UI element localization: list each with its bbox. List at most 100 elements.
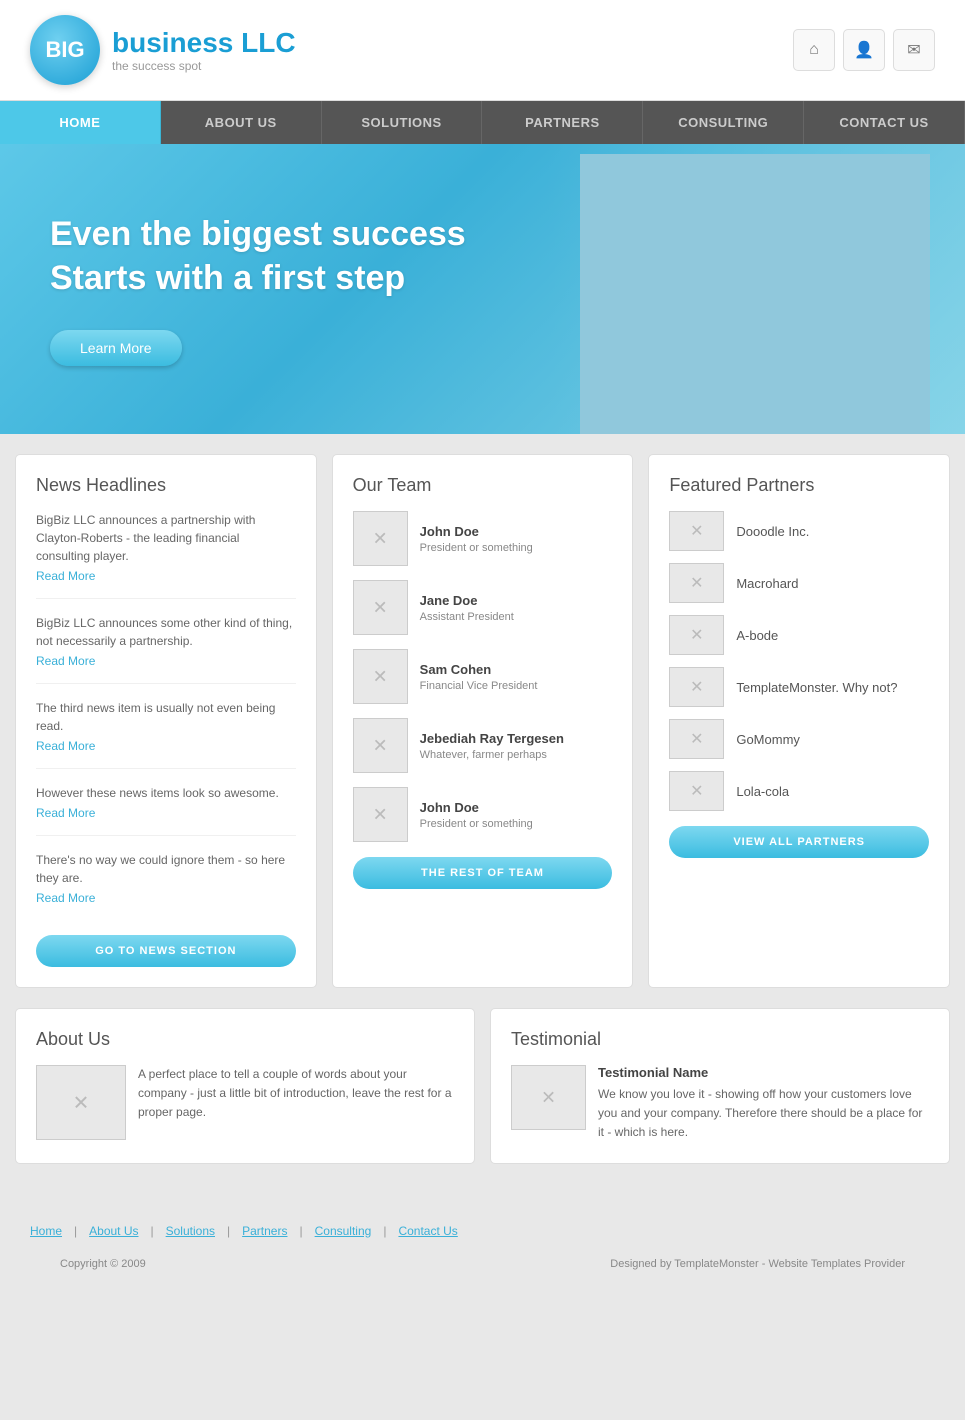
bottom-sections: About Us A perfect place to tell a coupl… — [15, 1008, 950, 1164]
team-title: Our Team — [353, 475, 613, 496]
partner-logo-5 — [669, 719, 724, 759]
hero-image — [545, 144, 965, 434]
partner-name-6: Lola-cola — [736, 784, 789, 799]
team-info-2: Jane Doe Assistant President — [420, 593, 514, 623]
nav-item-home[interactable]: HOME — [0, 101, 161, 144]
mail-icon-btn[interactable]: ✉ — [893, 29, 935, 71]
nav-item-solutions[interactable]: SOLUTIONS — [322, 101, 483, 144]
all-partners-button[interactable]: VIEW ALL PARTNERS — [669, 826, 929, 858]
nav: HOME ABOUT US SOLUTIONS PARTNERS CONSULT… — [0, 101, 965, 144]
news-card: News Headlines BigBiz LLC announces a pa… — [15, 454, 317, 988]
footer-sep-1: | — [74, 1224, 77, 1238]
team-photo-2 — [353, 580, 408, 635]
news-text-3: The third news item is usually not even … — [36, 699, 296, 735]
footer-sep-5: | — [383, 1224, 386, 1238]
footer-nav: Home | About Us | Solutions | Partners |… — [0, 1204, 965, 1290]
team-info-1: John Doe President or something — [420, 524, 533, 554]
footer-sep-2: | — [151, 1224, 154, 1238]
testimonial-card: Testimonial Testimonial Name We know you… — [490, 1008, 950, 1164]
read-more-5[interactable]: Read More — [36, 891, 296, 905]
logo-company: business LLC — [112, 27, 296, 59]
footer-link-contact[interactable]: Contact Us — [398, 1224, 457, 1238]
footer-links: Home | About Us | Solutions | Partners |… — [30, 1224, 935, 1238]
header: BIG business LLC the success spot ⌂ 👤 ✉ — [0, 0, 965, 101]
news-item-4: However these news items look so awesome… — [36, 784, 296, 836]
partners-title: Featured Partners — [669, 475, 929, 496]
read-more-1[interactable]: Read More — [36, 569, 296, 583]
partner-3: A-bode — [669, 615, 929, 655]
about-content: A perfect place to tell a couple of word… — [36, 1065, 454, 1140]
read-more-3[interactable]: Read More — [36, 739, 296, 753]
news-text-5: There's no way we could ignore them - so… — [36, 851, 296, 887]
logo-big-text: BIG — [45, 37, 84, 63]
testimonial-content: Testimonial Name We know you love it - s… — [511, 1065, 929, 1143]
nav-item-consulting[interactable]: CONSULTING — [643, 101, 804, 144]
team-photo-4 — [353, 718, 408, 773]
footer-link-solutions[interactable]: Solutions — [166, 1224, 215, 1238]
team-member-4: Jebediah Ray Tergesen Whatever, farmer p… — [353, 718, 613, 773]
team-info-5: John Doe President or something — [420, 800, 533, 830]
partner-logo-3 — [669, 615, 724, 655]
logo-text: business LLC the success spot — [112, 27, 296, 73]
hero-text: Even the biggest success Starts with a f… — [0, 172, 516, 406]
about-photo — [36, 1065, 126, 1140]
testimonial-name: Testimonial Name — [598, 1065, 929, 1080]
team-title-5: President or something — [420, 818, 533, 830]
partner-name-1: Dooodle Inc. — [736, 524, 809, 539]
partner-name-4: TemplateMonster. Why not? — [736, 680, 897, 695]
team-photo-1 — [353, 511, 408, 566]
team-name-5: John Doe — [420, 800, 533, 815]
team-title-1: President or something — [420, 542, 533, 554]
news-item-5: There's no way we could ignore them - so… — [36, 851, 296, 920]
partner-logo-4 — [669, 667, 724, 707]
nav-item-about[interactable]: ABOUT US — [161, 101, 322, 144]
columns-section: News Headlines BigBiz LLC announces a pa… — [15, 454, 950, 988]
learn-more-button[interactable]: Learn More — [50, 330, 182, 366]
team-rest-button[interactable]: THE REST OF TEAM — [353, 857, 613, 889]
footer-link-partners[interactable]: Partners — [242, 1224, 287, 1238]
partner-6: Lola-cola — [669, 771, 929, 811]
read-more-2[interactable]: Read More — [36, 654, 296, 668]
news-item-3: The third news item is usually not even … — [36, 699, 296, 769]
partners-card: Featured Partners Dooodle Inc. Macrohard… — [648, 454, 950, 988]
partner-2: Macrohard — [669, 563, 929, 603]
footer-link-consulting[interactable]: Consulting — [315, 1224, 372, 1238]
team-member-5: John Doe President or something — [353, 787, 613, 842]
partner-name-5: GoMommy — [736, 732, 800, 747]
footer-sep-3: | — [227, 1224, 230, 1238]
about-text: A perfect place to tell a couple of word… — [138, 1065, 454, 1140]
news-item-1: BigBiz LLC announces a partnership with … — [36, 511, 296, 599]
read-more-4[interactable]: Read More — [36, 806, 296, 820]
hero-person-image — [580, 154, 930, 434]
team-name-2: Jane Doe — [420, 593, 514, 608]
footer-link-about[interactable]: About Us — [89, 1224, 138, 1238]
team-info-4: Jebediah Ray Tergesen Whatever, farmer p… — [420, 731, 564, 761]
team-photo-5 — [353, 787, 408, 842]
nav-item-partners[interactable]: PARTNERS — [482, 101, 643, 144]
team-info-3: Sam Cohen Financial Vice President — [420, 662, 538, 692]
nav-item-contact[interactable]: CONTACT US — [804, 101, 965, 144]
news-text-4: However these news items look so awesome… — [36, 784, 296, 802]
testimonial-photo — [511, 1065, 586, 1130]
team-title-2: Assistant President — [420, 611, 514, 623]
hero-section: Even the biggest success Starts with a f… — [0, 144, 965, 434]
news-title: News Headlines — [36, 475, 296, 496]
team-card: Our Team John Doe President or something… — [332, 454, 634, 988]
team-name-4: Jebediah Ray Tergesen — [420, 731, 564, 746]
partner-4: TemplateMonster. Why not? — [669, 667, 929, 707]
testimonial-text-block: Testimonial Name We know you love it - s… — [598, 1065, 929, 1143]
partner-logo-1 — [669, 511, 724, 551]
news-item-2: BigBiz LLC announces some other kind of … — [36, 614, 296, 684]
team-member-2: Jane Doe Assistant President — [353, 580, 613, 635]
team-photo-3 — [353, 649, 408, 704]
footer-link-home[interactable]: Home — [30, 1224, 62, 1238]
partner-name-2: Macrohard — [736, 576, 798, 591]
main-content: News Headlines BigBiz LLC announces a pa… — [0, 434, 965, 1204]
home-icon-btn[interactable]: ⌂ — [793, 29, 835, 71]
team-member-3: Sam Cohen Financial Vice President — [353, 649, 613, 704]
users-icon-btn[interactable]: 👤 — [843, 29, 885, 71]
news-section-button[interactable]: GO TO NEWS SECTION — [36, 935, 296, 967]
footer-credit: Designed by TemplateMonster - Website Te… — [610, 1258, 905, 1270]
testimonial-body: We know you love it - showing off how yo… — [598, 1085, 929, 1143]
partner-name-3: A-bode — [736, 628, 778, 643]
